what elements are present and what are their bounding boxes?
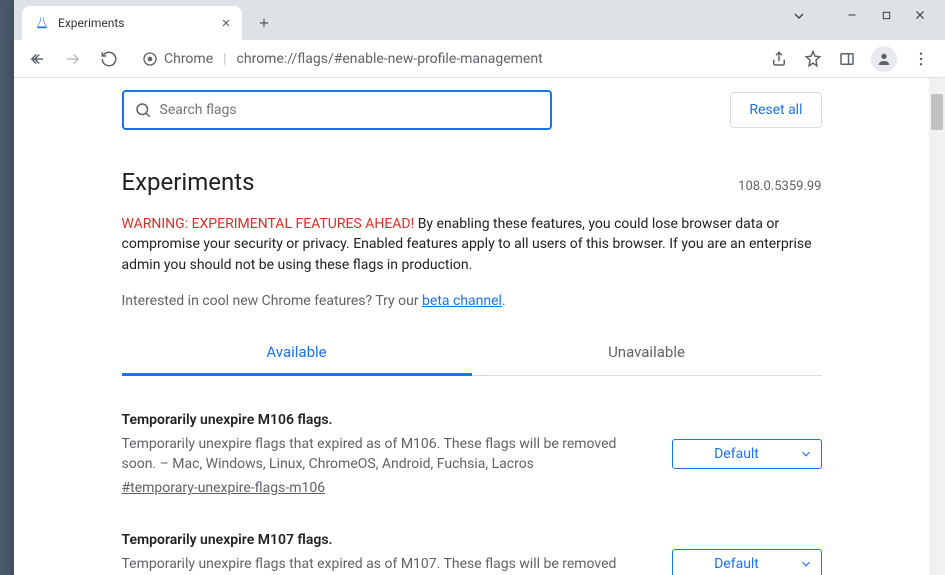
flag-row: Temporarily unexpire M106 flags. Tempora… — [122, 412, 822, 497]
forward-button[interactable] — [60, 46, 86, 72]
close-window-icon[interactable] — [913, 8, 927, 22]
tab-strip: Experiments — [14, 0, 278, 40]
address-bar[interactable]: Chrome | chrome://flags/#enable-new-prof… — [132, 44, 759, 74]
warning-prefix: WARNING: EXPERIMENTAL FEATURES AHEAD! — [122, 216, 415, 232]
search-icon — [134, 101, 152, 119]
page-title: Experiments — [122, 168, 255, 196]
flask-icon — [34, 15, 50, 31]
maximize-icon[interactable] — [879, 8, 893, 22]
reset-all-button[interactable]: Reset all — [730, 92, 821, 128]
window-controls — [827, 0, 945, 30]
close-tab-icon[interactable] — [218, 15, 234, 31]
flag-title: Temporarily unexpire M107 flags. — [122, 532, 648, 548]
browser-window: Experiments Chrome | — [14, 0, 945, 575]
bookmark-icon[interactable] — [803, 49, 823, 69]
back-button[interactable] — [24, 46, 50, 72]
chevron-down-icon — [799, 557, 813, 571]
version-text: 108.0.5359.99 — [738, 179, 821, 194]
chrome-label: Chrome — [164, 51, 213, 67]
side-panel-icon[interactable] — [837, 49, 857, 69]
flag-value: Default — [681, 556, 793, 572]
tab-unavailable[interactable]: Unavailable — [472, 331, 822, 375]
promo-text: Interested in cool new Chrome features? … — [122, 293, 822, 309]
flag-row: Temporarily unexpire M107 flags. Tempora… — [122, 532, 822, 575]
profile-avatar[interactable] — [871, 46, 897, 72]
scrollbar-thumb[interactable] — [931, 94, 943, 130]
search-input-wrap[interactable] — [122, 90, 552, 130]
chrome-icon — [142, 51, 158, 67]
search-input[interactable] — [160, 102, 540, 118]
flag-desc: Temporarily unexpire flags that expired … — [122, 434, 648, 475]
minimize-icon[interactable] — [845, 8, 859, 22]
warning-text: WARNING: EXPERIMENTAL FEATURES AHEAD! By… — [122, 214, 822, 275]
browser-toolbar: Chrome | chrome://flags/#enable-new-prof… — [14, 40, 945, 78]
flag-tabs: Available Unavailable — [122, 331, 822, 376]
url-text: chrome://flags/#enable-new-profile-manag… — [237, 51, 543, 67]
browser-tab[interactable]: Experiments — [22, 6, 242, 40]
reload-button[interactable] — [96, 46, 122, 72]
flag-dropdown[interactable]: Default — [672, 439, 822, 469]
new-tab-button[interactable] — [250, 9, 278, 37]
page-content: Reset all Experiments 108.0.5359.99 WARN… — [14, 78, 929, 575]
flag-title: Temporarily unexpire M106 flags. — [122, 412, 648, 428]
flag-desc: Temporarily unexpire flags that expired … — [122, 554, 648, 575]
flag-dropdown[interactable]: Default — [672, 549, 822, 575]
beta-channel-link[interactable]: beta channel — [422, 293, 502, 309]
chevron-down-icon — [799, 447, 813, 461]
title-bar: Experiments — [14, 0, 945, 40]
tab-search-icon[interactable] — [791, 8, 807, 28]
toolbar-actions — [769, 46, 935, 72]
menu-icon[interactable] — [911, 49, 931, 69]
site-chip: Chrome — [142, 51, 213, 67]
flag-anchor[interactable]: #temporary-unexpire-flags-m106 — [122, 480, 326, 496]
scrollbar[interactable] — [929, 78, 945, 575]
share-icon[interactable] — [769, 49, 789, 69]
tab-title: Experiments — [58, 16, 210, 30]
flag-value: Default — [681, 446, 793, 462]
tab-available[interactable]: Available — [122, 331, 472, 376]
